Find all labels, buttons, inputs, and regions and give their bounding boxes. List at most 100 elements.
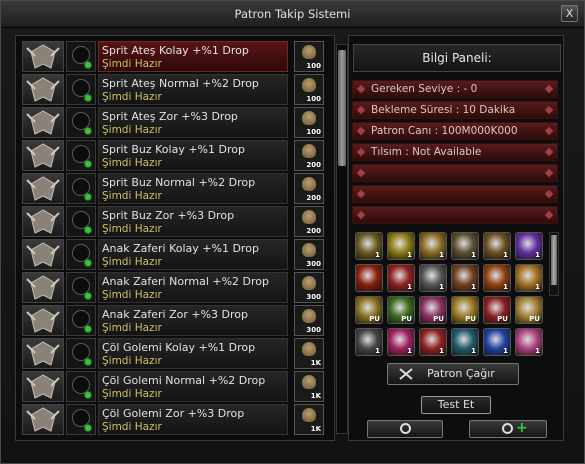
gold-shield-icon[interactable]: 1	[515, 264, 543, 292]
boss-slot[interactable]	[66, 41, 96, 72]
boss-slot[interactable]	[66, 239, 96, 270]
green-arrow-icon[interactable]: PU	[387, 296, 415, 324]
boss-row[interactable]: Sprit Ateş Kolay +%1 Drop Şimdi Hazır 100	[22, 41, 328, 72]
info-panel-title: Bilgi Paneli:	[353, 44, 561, 72]
skull-icon	[302, 309, 316, 323]
boss-row[interactable]: Sprit Buz Kolay +%1 Drop Şimdi Hazır 200	[22, 140, 328, 171]
boss-info[interactable]: Sprit Buz Normal +%2 Drop Şimdi Hazır	[98, 173, 288, 204]
boss-info[interactable]: Sprit Buz Kolay +%1 Drop Şimdi Hazır	[98, 140, 288, 171]
diamond-icon	[544, 168, 554, 178]
boss-name: Çöl Golemi Zor +%3 Drop	[102, 407, 245, 420]
boss-info[interactable]: Çöl Golemi Normal +%2 Drop Şimdi Hazır	[98, 371, 288, 402]
diamond-icon	[544, 84, 554, 94]
pink-gem-icon[interactable]: 1	[387, 328, 415, 356]
boss-cost-value: 100	[306, 62, 321, 70]
info-line	[352, 206, 558, 224]
white-cross-icon[interactable]: 1	[355, 328, 383, 356]
reward-grid: 1 1 1 1 1 1 1 1 1 1 1 PU PU PU PU PU PU 1 1 1 1 1 1	[355, 232, 547, 358]
ready-indicator-icon	[85, 128, 91, 134]
boss-slot[interactable]	[66, 107, 96, 138]
boss-info[interactable]: Sprit Ateş Zor +%3 Drop Şimdi Hazır	[98, 107, 288, 138]
timer-add-button[interactable]: +	[469, 420, 547, 438]
purple-gem-icon[interactable]: 1	[515, 232, 543, 260]
boss-cost-value: 1K	[310, 359, 321, 367]
info-panel: Bilgi Paneli: Gereken Seviye : - 0 Beklem…	[348, 35, 564, 441]
pink-arrow-icon[interactable]: PU	[419, 296, 447, 324]
boss-row[interactable]: Çöl Golemi Zor +%3 Drop Şimdi Hazır 1K	[22, 404, 328, 435]
boss-cost: 300	[294, 272, 324, 303]
boss-slot[interactable]	[66, 173, 96, 204]
boss-emblem-icon	[22, 107, 64, 138]
fire-crest-icon[interactable]: 1	[483, 264, 511, 292]
boss-cost-value: 300	[306, 326, 321, 334]
reward-count: PU	[497, 315, 508, 323]
boss-cost: 200	[294, 140, 324, 171]
reward-count: PU	[529, 315, 540, 323]
boss-slot[interactable]	[66, 206, 96, 237]
boss-row[interactable]: Çöl Golemi Normal +%2 Drop Şimdi Hazır 1K	[22, 371, 328, 402]
boss-list-scrollbar[interactable]	[336, 44, 348, 434]
boss-slot[interactable]	[66, 272, 96, 303]
ready-indicator-icon	[85, 359, 91, 365]
gold-amulet-icon[interactable]: 1	[355, 232, 383, 260]
boss-slot[interactable]	[66, 371, 96, 402]
boss-info[interactable]: Çöl Golemi Zor +%3 Drop Şimdi Hazır	[98, 404, 288, 435]
boss-info[interactable]: Anak Zaferi Normal +%2 Drop Şimdi Hazır	[98, 272, 288, 303]
boss-info[interactable]: Sprit Buz Zor +%3 Drop Şimdi Hazır	[98, 206, 288, 237]
diamond-icon	[544, 189, 554, 199]
gold-chest-icon[interactable]: 1	[483, 232, 511, 260]
ready-indicator-icon	[85, 425, 91, 431]
boss-info[interactable]: Sprit Ateş Normal +%2 Drop Şimdi Hazır	[98, 74, 288, 105]
boss-name: Sprit Buz Normal +%2 Drop	[102, 176, 256, 189]
boss-slot[interactable]	[66, 338, 96, 369]
reward-count: 1	[439, 283, 444, 291]
boss-row[interactable]: Anak Zaferi Zor +%3 Drop Şimdi Hazır 300	[22, 305, 328, 336]
boss-info[interactable]: Anak Zaferi Zor +%3 Drop Şimdi Hazır	[98, 305, 288, 336]
star-scroll-icon[interactable]: 1	[451, 232, 479, 260]
boss-slot[interactable]	[66, 74, 96, 105]
gold-scroll-icon[interactable]: 1	[419, 232, 447, 260]
boss-row[interactable]: Anak Zaferi Kolay +%1 Drop Şimdi Hazır 300	[22, 239, 328, 270]
teal-ore-icon[interactable]: 1	[451, 328, 479, 356]
blue-ore-icon[interactable]: 1	[483, 328, 511, 356]
wood-chest-icon[interactable]: 1	[451, 264, 479, 292]
boss-row[interactable]: Sprit Ateş Normal +%2 Drop Şimdi Hazır 100	[22, 74, 328, 105]
info-line-text: Tılsım : Not Available	[371, 146, 482, 158]
reward-count: 1	[407, 283, 412, 291]
boss-row[interactable]: Anak Zaferi Normal +%2 Drop Şimdi Hazır 30…	[22, 272, 328, 303]
gold-badge-icon[interactable]: PU	[451, 296, 479, 324]
call-boss-button[interactable]: Patron Çağır	[387, 363, 519, 385]
reward-grid-scrollbar[interactable]	[549, 232, 559, 296]
close-button[interactable]: X	[561, 5, 578, 22]
red-rune-icon[interactable]: 1	[387, 264, 415, 292]
gold-crest-icon[interactable]: PU	[515, 296, 543, 324]
boss-row[interactable]: Sprit Ateş Zor +%3 Drop Şimdi Hazır 100	[22, 107, 328, 138]
skull-icon	[302, 243, 316, 257]
timer-button[interactable]	[367, 420, 443, 438]
yellow-potion-icon[interactable]: 1	[387, 232, 415, 260]
reward-scrollbar-thumb[interactable]	[551, 235, 557, 285]
reward-count: PU	[433, 315, 444, 323]
diamond-icon	[356, 210, 366, 220]
boss-slot[interactable]	[66, 140, 96, 171]
anvil-icon[interactable]: 1	[419, 264, 447, 292]
boss-slot[interactable]	[66, 404, 96, 435]
test-button[interactable]: Test Et	[421, 396, 491, 414]
boss-info[interactable]: Sprit Ateş Kolay +%1 Drop Şimdi Hazır	[98, 41, 288, 72]
red-orb-icon[interactable]	[355, 264, 383, 292]
gold-arrow-icon[interactable]: PU	[355, 296, 383, 324]
boss-row[interactable]: Sprit Buz Normal +%2 Drop Şimdi Hazır 200	[22, 173, 328, 204]
boss-cost-value: 200	[306, 227, 321, 235]
boss-row[interactable]: Çöl Golemi Kolay +%1 Drop Şimdi Hazır 1K	[22, 338, 328, 369]
boss-emblem-icon	[22, 272, 64, 303]
red-badge-icon[interactable]: PU	[483, 296, 511, 324]
pink-swirl-icon[interactable]: 1	[515, 328, 543, 356]
title-bar[interactable]: Patron Takip Sistemi X	[1, 1, 584, 28]
boss-info[interactable]: Anak Zaferi Kolay +%1 Drop Şimdi Hazır	[98, 239, 288, 270]
boss-row[interactable]: Sprit Buz Zor +%3 Drop Şimdi Hazır 200	[22, 206, 328, 237]
boss-slot[interactable]	[66, 305, 96, 336]
boss-cost-value: 200	[306, 161, 321, 169]
red-s-scroll-icon[interactable]: 1	[419, 328, 447, 356]
scrollbar-thumb[interactable]	[338, 50, 346, 166]
boss-info[interactable]: Çöl Golemi Kolay +%1 Drop Şimdi Hazır	[98, 338, 288, 369]
